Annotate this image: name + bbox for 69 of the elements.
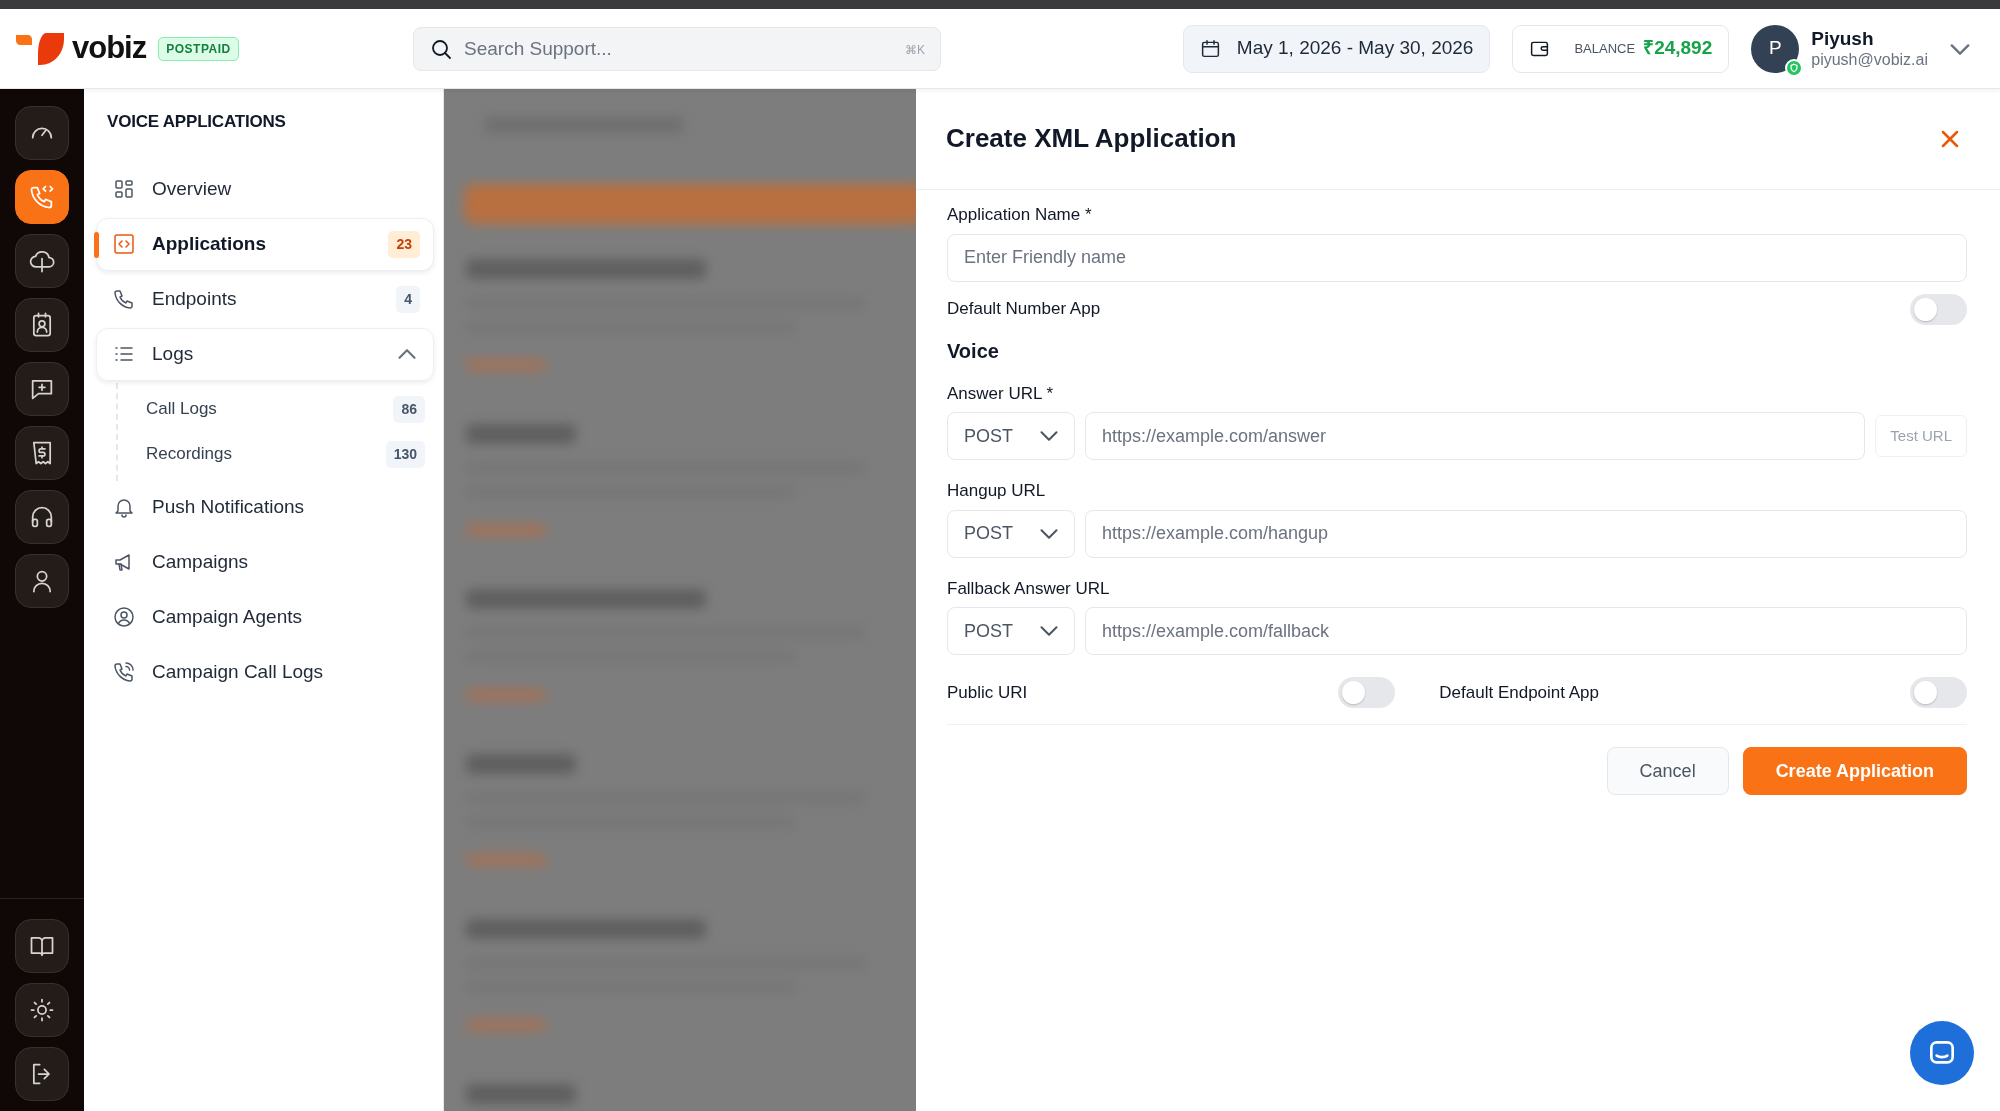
cancel-button[interactable]: Cancel xyxy=(1606,747,1729,795)
toggle-switch[interactable] xyxy=(1338,677,1396,708)
nav-rail-button[interactable] xyxy=(15,554,69,608)
field-label: Public URI xyxy=(947,681,1028,704)
section-heading: Voice xyxy=(947,338,1000,363)
nav-rail-button[interactable] xyxy=(15,298,69,352)
count-badge: 4 xyxy=(396,285,420,313)
logo-wordmark: vobiz xyxy=(72,29,147,68)
user-circle-icon xyxy=(112,605,136,629)
nav-rail-button[interactable] xyxy=(15,919,69,973)
nav-item[interactable]: Campaigns xyxy=(96,535,434,589)
chevron-down-icon xyxy=(1040,431,1058,441)
nav-item[interactable]: Endpoints 4 xyxy=(96,272,434,326)
nav-rail-button[interactable] xyxy=(15,170,69,224)
nav-rail-button[interactable] xyxy=(15,490,69,544)
balance-label: BALANCE xyxy=(1574,39,1636,58)
section-title: VOICE APPLICATIONS xyxy=(106,111,287,133)
toggle-switch[interactable] xyxy=(1910,293,1967,325)
count-badge: 130 xyxy=(385,440,425,468)
field-label: Answer URL * xyxy=(947,382,1055,405)
count-badge: 86 xyxy=(393,395,425,423)
sub-nav-item[interactable]: Call Logs 86 xyxy=(118,386,434,432)
logo-icon xyxy=(16,30,64,67)
nav-rail-button[interactable] xyxy=(15,983,69,1037)
chevron-down-icon xyxy=(1950,43,1970,55)
chevron-down-icon xyxy=(1040,528,1058,539)
url-field[interactable]: https://example.com/answer xyxy=(1085,412,1866,460)
field-label: Hangup URL xyxy=(947,480,1047,502)
chevron-down-icon xyxy=(1040,626,1058,636)
phone-call-icon xyxy=(112,660,136,684)
sub-nav-item[interactable]: Recordings 130 xyxy=(118,431,434,477)
method-select[interactable]: POST xyxy=(947,509,1075,558)
nav-item[interactable]: Push Notifications xyxy=(96,480,434,534)
grid-icon xyxy=(112,177,136,201)
phone-code-icon xyxy=(28,183,56,211)
plan-badge: POSTPAID xyxy=(158,36,239,61)
nav-rail-button[interactable] xyxy=(15,234,69,288)
nav-item[interactable]: Campaign Call Logs xyxy=(96,645,434,699)
field-label: Default Number App xyxy=(947,298,1101,321)
user-email: piyush@vobiz.ai xyxy=(1811,50,1928,71)
input-field[interactable]: Enter Friendly name xyxy=(947,233,1967,282)
nav-item[interactable]: Overview xyxy=(96,162,434,216)
method-select[interactable]: POST xyxy=(947,607,1075,655)
shortcut-hint: ⌘K xyxy=(905,41,925,59)
url-field[interactable]: https://example.com/hangup xyxy=(1085,509,1967,558)
chevron-up-icon xyxy=(398,349,416,359)
method-select[interactable]: POST xyxy=(947,412,1075,460)
field-label: Fallback Answer URL xyxy=(947,577,1111,600)
url-field[interactable]: https://example.com/fallback xyxy=(1085,607,1967,655)
sun-icon xyxy=(28,996,56,1024)
nav-rail-button[interactable] xyxy=(15,1047,69,1101)
balance-amount: ₹24,892 xyxy=(1643,36,1713,61)
active-indicator xyxy=(94,231,99,258)
code-icon xyxy=(112,232,136,256)
user-name: Piyush xyxy=(1811,26,1875,51)
nav-rail-button[interactable] xyxy=(15,426,69,480)
nav-rail-button[interactable] xyxy=(15,362,69,416)
user-avatar[interactable]: P xyxy=(1751,24,1800,73)
calendar-icon xyxy=(1199,38,1221,59)
date-range-button[interactable]: May 1, 2026 - May 30, 2026 xyxy=(1182,24,1491,73)
toggle-switch[interactable] xyxy=(1910,677,1967,708)
drawer-title: Create XML Application xyxy=(946,123,1237,155)
count-badge: 23 xyxy=(388,230,420,258)
nav-item[interactable]: Campaign Agents xyxy=(96,590,434,644)
phone-icon xyxy=(112,287,136,311)
field-label: Application Name * xyxy=(947,204,1093,226)
nav-item[interactable]: Logs xyxy=(96,327,434,381)
nav-item[interactable]: Applications 23 xyxy=(96,217,434,271)
field-label: Default Endpoint App xyxy=(1439,681,1600,704)
